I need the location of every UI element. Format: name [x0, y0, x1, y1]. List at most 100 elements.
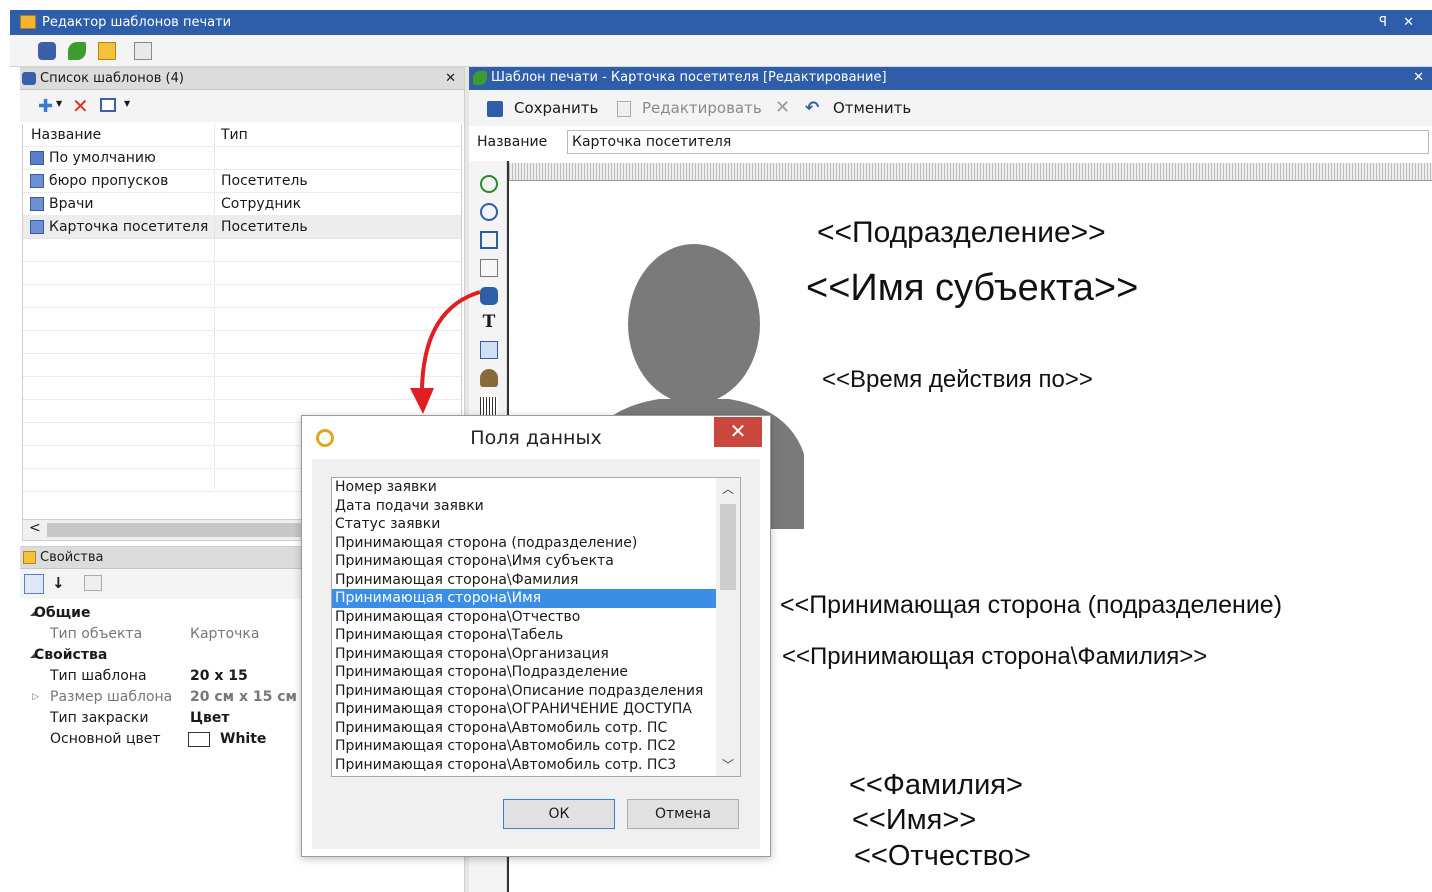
list-item[interactable]: Принимающая сторона\Табель — [332, 626, 716, 645]
delete-icon[interactable]: ✕ — [72, 94, 89, 118]
column-type-header[interactable]: Тип — [221, 124, 248, 146]
cancel-button[interactable]: Отмена — [627, 799, 739, 829]
empty-row — [23, 354, 461, 377]
table-row-selected[interactable]: Карточка посетителя Посетитель — [23, 216, 461, 239]
list-item[interactable]: Принимающая сторона\Описание подразделен… — [332, 682, 716, 701]
editor-toolbar: Сохранить Редактировать ✕ ↶ Отменить — [469, 90, 1432, 126]
templates-toolbar: ✚ ▼ ✕ ▼ — [20, 90, 464, 122]
empty-row — [23, 285, 461, 308]
scroll-left-icon[interactable]: < — [29, 520, 41, 536]
properties-icon — [23, 551, 36, 564]
field-host-division[interactable]: <<Принимающая сторона (подразделение) — [780, 591, 1282, 620]
window-title-bar: Редактор шаблонов печати ꟼ ✕ — [10, 10, 1432, 35]
color-swatch[interactable] — [188, 732, 210, 747]
property-key: Основной цвет — [50, 731, 161, 747]
export-icon[interactable] — [134, 42, 152, 60]
list-item[interactable]: Принимающая сторона\Имя субъекта — [332, 552, 716, 571]
dialog-body: Номер заявки Дата подачи заявки Статус з… — [312, 459, 760, 849]
edit-template-icon[interactable] — [98, 42, 116, 60]
list-item[interactable]: Принимающая сторона\Автомобиль сотр. ПС2 — [332, 737, 716, 756]
field-lastname[interactable]: <<Фамилия> — [849, 769, 1023, 802]
property-key: Тип объекта — [50, 626, 143, 642]
properties-toolbar: ↓ — [20, 569, 320, 599]
data-fields-dialog: Поля данных ✕ Номер заявки Дата подачи з… — [301, 415, 771, 857]
table-view-icon[interactable] — [100, 98, 116, 112]
property-row[interactable]: Тип закраски Цвет — [20, 708, 320, 729]
property-pages-icon[interactable] — [84, 575, 102, 591]
close-icon[interactable]: ✕ — [445, 68, 456, 90]
template-type: Посетитель — [221, 219, 308, 235]
template-name: бюро пропусков — [23, 170, 215, 193]
name-input[interactable]: Карточка посетителя — [567, 130, 1429, 154]
property-value: 20 x 15 — [190, 668, 248, 684]
property-row[interactable]: ▷ Размер шаблона 20 см x 15 см — [20, 687, 320, 708]
list-item[interactable]: Дата подачи заявки — [332, 497, 716, 516]
list-item[interactable]: Принимающая сторона\Автомобиль сотр. ПС — [332, 719, 716, 738]
field-valid-until[interactable]: <<Время действия по>> — [822, 366, 1093, 394]
scroll-thumb[interactable] — [720, 504, 736, 590]
list-item[interactable]: Принимающая сторона\Автомобиль сотр. ПС3 — [332, 756, 716, 775]
cancel-button[interactable]: Отменить — [833, 90, 911, 126]
field-patronymic[interactable]: <<Отчество> — [854, 840, 1031, 873]
field-host-lastname[interactable]: <<Принимающая сторона\Фамилия>> — [782, 643, 1207, 671]
list-item[interactable]: Принимающая сторона\Отчество — [332, 608, 716, 627]
fields-listbox[interactable]: Номер заявки Дата подачи заявки Статус з… — [331, 477, 741, 777]
properties-panel-header: Свойства — [20, 546, 320, 569]
field-subject-name[interactable]: <<Имя субъекта>> — [806, 267, 1138, 310]
property-value: White — [220, 731, 267, 747]
undo-icon[interactable]: ↶ — [805, 90, 819, 126]
list-item[interactable]: Принимающая сторона (подразделение) — [332, 534, 716, 553]
scroll-up-icon[interactable]: ︿ — [716, 478, 740, 500]
property-row[interactable]: Тип шаблона 20 x 15 — [20, 666, 320, 687]
templates-panel-header: Список шаблонов (4) ✕ — [20, 67, 464, 90]
property-group[interactable]: Общие — [20, 603, 320, 624]
page-icon[interactable] — [480, 259, 498, 277]
list-item[interactable]: Принимающая сторона\Организация — [332, 645, 716, 664]
scroll-down-icon[interactable]: ﹀ — [716, 754, 740, 776]
edit-icon — [617, 101, 631, 117]
edit-button: Редактировать — [642, 99, 762, 117]
field-division[interactable]: <<Подразделение>> — [817, 216, 1106, 250]
field-firstname[interactable]: <<Имя>> — [852, 804, 976, 837]
list-item[interactable]: Номер заявки — [332, 478, 716, 497]
zoom-in-icon[interactable] — [480, 175, 498, 193]
list-item[interactable]: Принимающая сторона\Фамилия — [332, 571, 716, 590]
sort-alpha-icon[interactable]: ↓ — [52, 574, 65, 592]
chevron-down-icon[interactable]: ▼ — [56, 99, 62, 108]
name-label: Название — [477, 134, 548, 150]
property-key: Тип шаблона — [50, 668, 147, 684]
list-item[interactable]: Принимающая сторона\ОГРАНИЧЕНИЕ ДОСТУПА — [332, 700, 716, 719]
table-row[interactable]: Врачи Сотрудник — [23, 193, 461, 216]
new-template-icon[interactable] — [68, 42, 86, 60]
ok-button[interactable]: ОК — [503, 799, 615, 829]
property-group[interactable]: Свойства — [20, 645, 320, 666]
cancel-x-icon: ✕ — [775, 97, 791, 118]
table-row[interactable]: По умолчанию — [23, 147, 461, 170]
gear-icon — [316, 429, 334, 447]
property-row[interactable]: Тип объекта Карточка — [20, 624, 320, 645]
chevron-down-icon[interactable]: ▼ — [124, 99, 130, 108]
close-icon[interactable]: ✕ — [1413, 67, 1424, 89]
group-label: Общие — [34, 605, 91, 621]
annotation-arrow — [410, 290, 481, 414]
property-value: 20 см x 15 см — [190, 689, 297, 705]
expand-icon[interactable]: ▷ — [32, 687, 39, 707]
categorized-icon[interactable] — [24, 574, 44, 594]
name-row: Название Карточка посетителя — [469, 127, 1432, 157]
zoom-out-icon[interactable] — [480, 203, 498, 221]
property-row[interactable]: Основной цвет White — [20, 729, 320, 750]
save-icon[interactable] — [487, 101, 503, 117]
save-button[interactable]: Сохранить — [514, 90, 598, 126]
column-name-header[interactable]: Название — [23, 124, 215, 147]
list-item[interactable]: Статус заявки — [332, 515, 716, 534]
fit-page-icon[interactable] — [480, 231, 498, 249]
list-item-selected[interactable]: Принимающая сторона\Имя — [332, 589, 716, 608]
dialog-close-button[interactable]: ✕ — [714, 417, 762, 447]
window-controls[interactable]: ꟼ ✕ — [1379, 10, 1420, 35]
list-item[interactable]: Принимающая сторона\Подразделение — [332, 663, 716, 682]
list-scrollbar[interactable]: ︿ ﹀ — [716, 478, 740, 776]
add-icon[interactable]: ✚ — [38, 96, 53, 117]
table-row[interactable]: бюро пропусков Посетитель — [23, 170, 461, 193]
dialog-title-bar: Поля данных ✕ — [302, 416, 770, 458]
database-icon[interactable] — [38, 42, 56, 60]
